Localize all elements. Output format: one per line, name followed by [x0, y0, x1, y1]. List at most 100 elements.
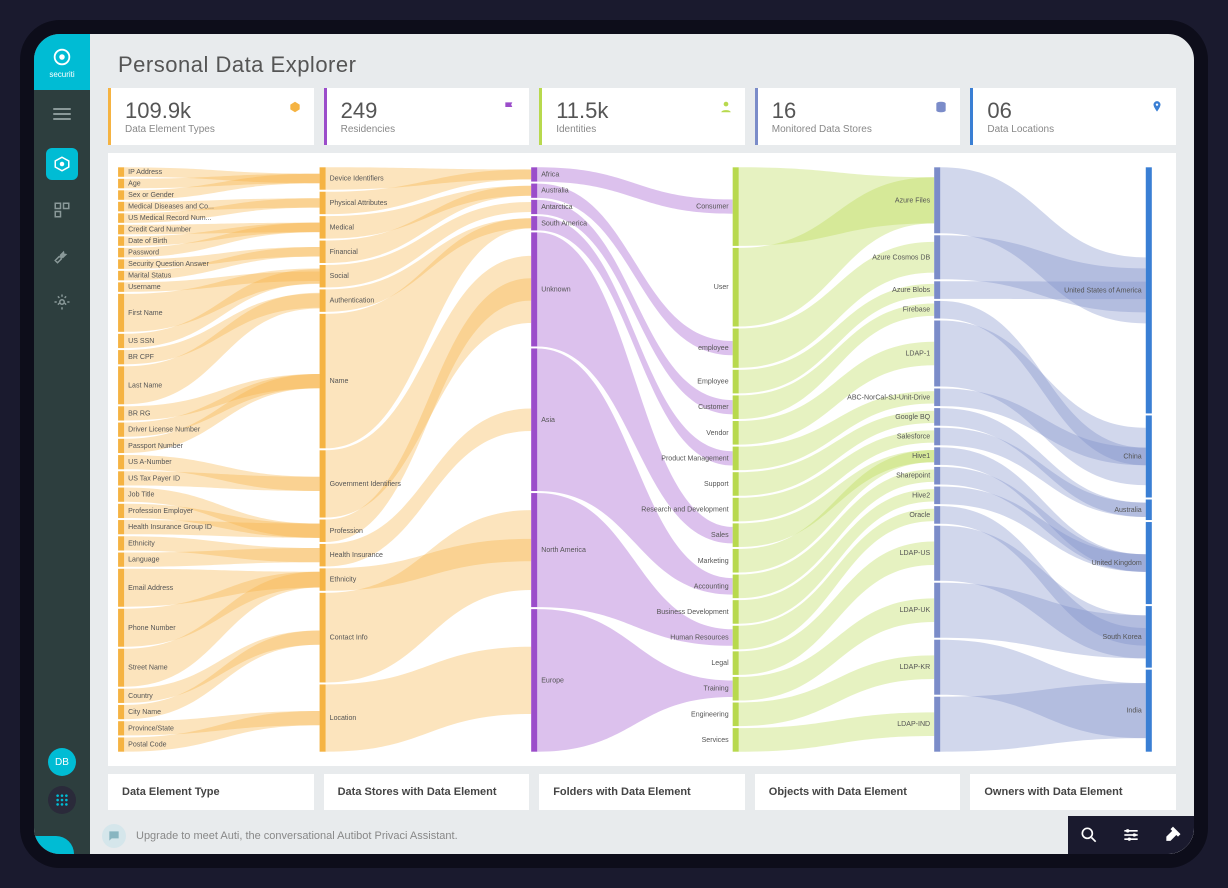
apps-icon[interactable] [48, 786, 76, 814]
nav-item-templates[interactable] [46, 194, 78, 226]
svg-text:Services: Services [702, 737, 729, 744]
svg-text:Job Title: Job Title [128, 492, 154, 499]
svg-text:Firebase: Firebase [903, 307, 930, 314]
svg-text:Training: Training [703, 686, 728, 693]
stat-value: 249 [341, 98, 516, 124]
logo[interactable]: securiti [34, 34, 90, 90]
svg-text:Street Name: Street Name [128, 665, 168, 672]
stat-card-residencies[interactable]: 249 Residencies [324, 88, 530, 145]
svg-text:Europe: Europe [541, 677, 564, 684]
svg-text:Vendor: Vendor [706, 430, 729, 437]
svg-text:Hive1: Hive1 [912, 453, 930, 460]
stats-row: 109.9k Data Element Types 249 Residencie… [90, 88, 1194, 145]
svg-text:Driver License Number: Driver License Number [128, 427, 201, 434]
svg-text:Australia: Australia [1114, 507, 1141, 514]
svg-text:Age: Age [128, 181, 141, 188]
svg-text:Product Management: Product Management [661, 455, 728, 462]
svg-text:Financial: Financial [330, 249, 359, 256]
svg-text:Phone Number: Phone Number [128, 625, 176, 632]
svg-text:Email Address: Email Address [128, 585, 174, 592]
svg-text:Password: Password [128, 250, 159, 257]
svg-text:India: India [1126, 708, 1141, 715]
nav-item-home[interactable] [46, 148, 78, 180]
footer-label: Owners with Data Element [970, 774, 1176, 810]
svg-text:Legal: Legal [711, 660, 729, 667]
svg-text:US SSN: US SSN [128, 338, 154, 345]
stat-card-locations[interactable]: 06 Data Locations [970, 88, 1176, 145]
svg-text:BR CPF: BR CPF [128, 354, 155, 361]
filter-button[interactable] [1110, 816, 1152, 854]
svg-text:User: User [714, 284, 730, 291]
svg-text:Profession: Profession [330, 528, 363, 535]
svg-text:South America: South America [541, 220, 587, 227]
svg-text:Location: Location [330, 715, 357, 722]
svg-text:US Tax Payer ID: US Tax Payer ID [128, 475, 180, 482]
svg-text:Last Name: Last Name [128, 382, 162, 389]
svg-text:Profession Employer: Profession Employer [128, 508, 194, 515]
svg-text:North America: North America [541, 547, 586, 554]
svg-text:LDAP-UK: LDAP-UK [900, 607, 931, 614]
stat-label: Residencies [341, 124, 516, 135]
svg-text:Customer: Customer [698, 404, 729, 411]
app-name: securiti [49, 70, 74, 79]
svg-text:Africa: Africa [541, 171, 559, 178]
nav-item-tools[interactable] [46, 240, 78, 272]
svg-text:Province/State: Province/State [128, 725, 174, 732]
page-title: Personal Data Explorer [118, 52, 1166, 78]
stat-value: 06 [987, 98, 1162, 124]
svg-text:LDAP-1: LDAP-1 [905, 351, 930, 358]
svg-text:Oracle: Oracle [909, 512, 930, 519]
svg-text:Antarctica: Antarctica [541, 204, 572, 211]
svg-text:US A-Number: US A-Number [128, 459, 172, 466]
build-button[interactable] [1152, 816, 1194, 854]
nav-item-settings[interactable] [46, 286, 78, 318]
svg-text:Marketing: Marketing [698, 558, 729, 565]
svg-text:Physical Attributes: Physical Attributes [330, 200, 388, 207]
stat-value: 109.9k [125, 98, 300, 124]
svg-text:Salesforce: Salesforce [897, 434, 930, 441]
sankey-chart[interactable]: IP AddressAgeSex or GenderMedical Diseas… [108, 153, 1176, 766]
svg-text:Country: Country [128, 693, 153, 700]
stat-label: Data Locations [987, 124, 1162, 135]
svg-text:Business Development: Business Development [657, 609, 729, 616]
svg-text:Postal Code: Postal Code [128, 742, 166, 749]
svg-text:Social: Social [330, 273, 350, 280]
svg-text:United States of America: United States of America [1064, 287, 1142, 294]
upgrade-message: Upgrade to meet Auti, the conversational… [136, 830, 1182, 842]
footer-label: Folders with Data Element [539, 774, 745, 810]
svg-text:Sex or Gender: Sex or Gender [128, 192, 174, 199]
svg-text:Government Identifiers: Government Identifiers [330, 481, 402, 488]
flag-icon [503, 100, 517, 114]
svg-text:LDAP-US: LDAP-US [900, 550, 931, 557]
menu-toggle-icon[interactable] [53, 108, 71, 120]
svg-text:Name: Name [330, 378, 349, 385]
svg-text:Medical: Medical [330, 224, 355, 231]
svg-text:Azure Blobs: Azure Blobs [892, 287, 930, 294]
sidebar: securiti DB [34, 34, 90, 854]
stat-card-data-elements[interactable]: 109.9k Data Element Types [108, 88, 314, 145]
header: Personal Data Explorer [90, 34, 1194, 88]
svg-text:Unknown: Unknown [541, 286, 570, 293]
svg-text:Human Resources: Human Resources [670, 635, 729, 642]
svg-text:Contact Info: Contact Info [330, 635, 368, 642]
user-avatar[interactable]: DB [48, 748, 76, 776]
svg-text:ABC-NorCal-SJ-Unit-Drive: ABC-NorCal-SJ-Unit-Drive [847, 394, 930, 401]
svg-text:LDAP-IND: LDAP-IND [897, 721, 930, 728]
chat-icon[interactable] [102, 824, 126, 848]
svg-text:United Kingdom: United Kingdom [1092, 560, 1142, 567]
svg-text:China: China [1123, 453, 1141, 460]
svg-text:Hive2: Hive2 [912, 492, 930, 499]
svg-text:Credit Card Number: Credit Card Number [128, 227, 192, 234]
svg-text:Consumer: Consumer [696, 204, 729, 211]
svg-text:Accounting: Accounting [694, 583, 729, 590]
footer-label: Objects with Data Element [755, 774, 961, 810]
person-icon [719, 100, 733, 114]
stat-label: Monitored Data Stores [772, 124, 947, 135]
stat-value: 16 [772, 98, 947, 124]
search-button[interactable] [1068, 816, 1110, 854]
svg-text:Azure Cosmos DB: Azure Cosmos DB [872, 254, 930, 261]
stat-card-datastores[interactable]: 16 Monitored Data Stores [755, 88, 961, 145]
stat-card-identities[interactable]: 11.5k Identities [539, 88, 745, 145]
svg-text:Ethnicity: Ethnicity [330, 577, 357, 584]
pin-icon [1150, 100, 1164, 114]
